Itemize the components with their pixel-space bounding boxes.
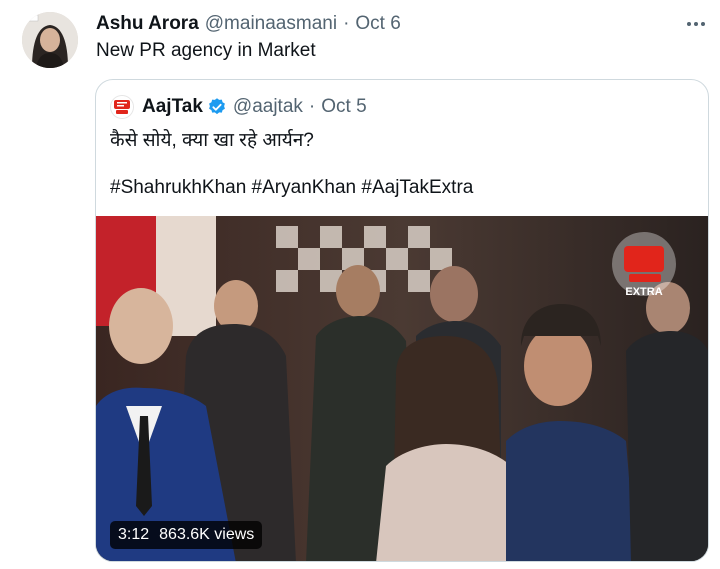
verified-badge-icon — [208, 98, 225, 115]
quoted-author-name[interactable]: AajTak — [142, 96, 203, 118]
video-frame: EXTRA — [96, 216, 708, 561]
quoted-tweet[interactable]: AajTak @aajtak · Oct 5 कैसे सोये, क्या ख… — [95, 79, 709, 562]
video-player[interactable]: EXTRA 3:12 863.6K views — [96, 216, 708, 561]
tweet-text: New PR agency in Market — [96, 40, 316, 61]
quoted-author-handle[interactable]: @aajtak — [233, 96, 303, 118]
user-avatar[interactable] — [22, 12, 78, 68]
tweet[interactable]: Ashu Arora @mainaasmani · Oct 6 New PR a… — [0, 0, 720, 569]
quoted-tweet-text: कैसे सोये, क्या खा रहे आर्यन? — [110, 130, 314, 151]
quoted-header: AajTak @aajtak · Oct 5 — [110, 94, 367, 120]
aajtak-logo-avatar[interactable] — [110, 95, 134, 119]
video-duration: 3:12 — [118, 526, 150, 543]
author-name[interactable]: Ashu Arora — [96, 13, 199, 35]
tweet-date[interactable]: Oct 6 — [355, 13, 400, 35]
separator-dot: · — [308, 96, 316, 117]
watermark-text: EXTRA — [625, 286, 662, 298]
tweet-header: Ashu Arora @mainaasmani · Oct 6 — [96, 12, 401, 36]
quoted-tweet-date[interactable]: Oct 5 — [321, 96, 366, 118]
quoted-tweet-hashtags[interactable]: #ShahrukhKhan #AryanKhan #AajTakExtra — [110, 177, 473, 199]
video-views: 863.6K views — [159, 526, 255, 543]
author-handle[interactable]: @mainaasmani — [205, 13, 337, 35]
video-stats-badge: 3:12 863.6K views — [110, 521, 263, 549]
separator-dot: · — [343, 13, 350, 34]
more-options-icon[interactable] — [684, 12, 708, 36]
